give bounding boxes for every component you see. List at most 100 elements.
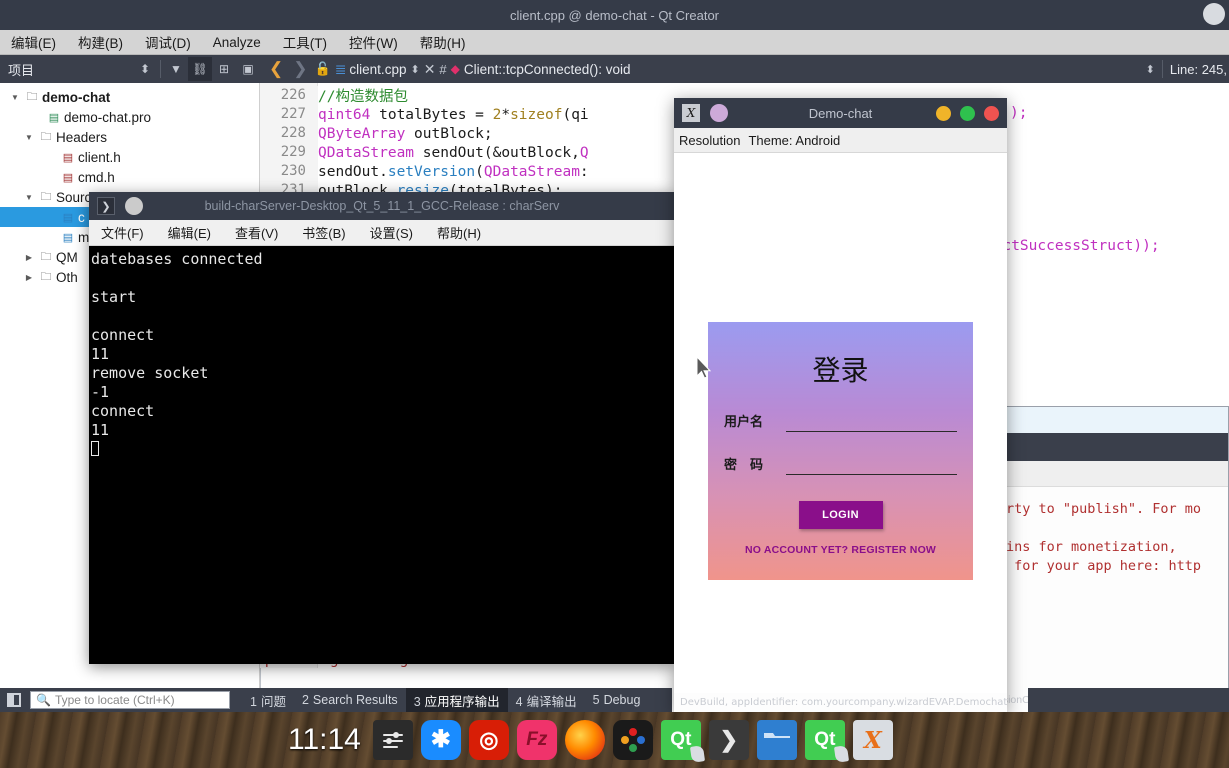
- terminal-title: build-charServer-Desktop_Qt_5_11_1_GCC-R…: [204, 199, 560, 213]
- color-diamond-icon[interactable]: [612, 720, 653, 760]
- menu-help[interactable]: 帮助(H): [409, 29, 477, 55]
- settings-sliders-icon[interactable]: [372, 720, 413, 760]
- open-file-name[interactable]: client.cpp: [349, 62, 406, 77]
- tab-label: Search Results: [312, 693, 398, 707]
- terminal-menu-help[interactable]: 帮助(H): [425, 223, 493, 242]
- file-selector-spinner-icon[interactable]: ⬍: [410, 63, 419, 76]
- sidebar-toggle-icon[interactable]: [0, 688, 28, 712]
- line-number: 226: [260, 86, 318, 105]
- terminal-cursor: [91, 441, 99, 456]
- line-number: 229: [260, 143, 318, 162]
- terminal-icon[interactable]: ❯: [708, 720, 749, 760]
- terminal-menu-edit[interactable]: 编辑(E): [156, 223, 223, 242]
- theme-label[interactable]: Theme: Android: [748, 133, 840, 148]
- function-diamond-icon: ◆: [450, 62, 460, 76]
- tree-item-client-h[interactable]: ▤ client.h: [0, 147, 259, 167]
- taskbar-clock: 11:14: [288, 723, 361, 756]
- qt-designer-icon[interactable]: Qt: [804, 720, 849, 763]
- filezilla-icon[interactable]: Fz: [516, 720, 557, 760]
- locator-input[interactable]: 🔍 Type to locate (Ctrl+K): [30, 691, 230, 709]
- sliders-glyph: [382, 732, 403, 748]
- asterisk-glyph: ✱: [430, 726, 451, 753]
- compile-output-panel[interactable]: rty to "publish". For mo ins for monetiz…: [1003, 406, 1229, 690]
- terminal-menu-settings[interactable]: 设置(S): [358, 223, 425, 242]
- sidebar-mode-spinner-icon[interactable]: ⬍: [133, 57, 157, 81]
- close-file-icon[interactable]: ✕: [424, 61, 436, 78]
- terminal-output[interactable]: datebases connected start connect 11 rem…: [89, 246, 675, 664]
- output-tab-problems[interactable]: 1 问题: [242, 688, 294, 713]
- tree-item-demo-chat[interactable]: ▼ 🗀 demo-chat: [0, 87, 259, 107]
- demo-chat-titlebar: X Demo-chat: [674, 98, 1007, 128]
- filter-icon[interactable]: ▼: [164, 57, 188, 81]
- maximize-button[interactable]: [960, 105, 975, 121]
- tree-item-headers[interactable]: ▼ 🗀 Headers: [0, 127, 259, 147]
- back-arrow-icon[interactable]: ❮: [266, 59, 286, 79]
- twisty-down-icon[interactable]: ▼: [8, 93, 22, 102]
- lock-icon[interactable]: 🔓: [315, 61, 331, 77]
- output-tab-search-results[interactable]: 2 Search Results: [294, 690, 406, 710]
- register-link[interactable]: NO ACCOUNT YET? REGISTER NOW: [708, 544, 973, 556]
- tree-item-demo-chat-pro[interactable]: ▤ demo-chat.pro: [0, 107, 259, 127]
- output-header-strip: [1004, 407, 1228, 433]
- menu-widgets[interactable]: 控件(W): [338, 29, 409, 55]
- desktop-root: client.cpp @ demo-chat - Qt Creator 编辑(E…: [0, 0, 1229, 768]
- minimize-button[interactable]: [936, 105, 951, 121]
- code-fragment-right-2: nectSuccessStruct));: [985, 238, 1160, 254]
- sidebar-mode-label[interactable]: 项目: [8, 60, 133, 79]
- twisty-right-icon[interactable]: ▶: [22, 273, 36, 282]
- window-dot-icon[interactable]: [710, 104, 728, 122]
- menu-analyze[interactable]: Analyze: [202, 32, 272, 53]
- chevron-right-icon: ❯: [719, 727, 739, 752]
- qt-creator-icon[interactable]: Qt: [660, 720, 705, 763]
- terminal-menu-file[interactable]: 文件(F): [89, 223, 156, 242]
- file-manager-icon[interactable]: [756, 720, 797, 760]
- twisty-down-icon[interactable]: ▼: [22, 133, 36, 142]
- username-input[interactable]: [786, 412, 957, 432]
- twisty-right-icon[interactable]: ▶: [22, 253, 36, 262]
- forward-arrow-icon[interactable]: ❯: [290, 59, 310, 79]
- terminal-titlebar: ❯ build-charServer-Desktop_Qt_5_11_1_GCC…: [89, 192, 675, 220]
- login-button[interactable]: LOGIN: [798, 501, 883, 529]
- qt-creator-title: client.cpp @ demo-chat - Qt Creator: [510, 7, 719, 23]
- split-add-icon[interactable]: ⊞: [212, 57, 236, 81]
- terminal-menu-view[interactable]: 查看(V): [223, 223, 290, 242]
- terminal-line: connect: [91, 402, 155, 420]
- output-tab-application-output[interactable]: 3 应用程序输出: [405, 687, 508, 712]
- hash-icon[interactable]: #: [439, 62, 446, 77]
- demo-chat-canvas: 登录 用户名 密 码 LOGIN NO ACCOUNT YET? REGISTE…: [674, 153, 1007, 713]
- editor-toolbar: ❮ ❯ 🔓 ≣ client.cpp ⬍ ✕ # ◆ Client::tcpCo…: [260, 55, 1229, 83]
- outline-icon[interactable]: ≣: [335, 61, 347, 78]
- terminal-menu-bookmarks[interactable]: 书签(B): [290, 223, 357, 242]
- output-tab-compile-output[interactable]: 4 编译输出: [508, 688, 585, 713]
- close-button[interactable]: [984, 105, 999, 121]
- qt-creator-toolbar: 项目 ⬍ ▼ ⛓ ⊞ ▣ ❮ ❯ 🔓 ≣ client.cpp ⬍ ✕ # ◆ …: [0, 55, 1229, 83]
- menu-edit[interactable]: 编辑(E): [0, 29, 67, 55]
- code-text: qint64 totalBytes = 2*sizeof(qi: [318, 106, 589, 123]
- symbol-selector-spinner-icon[interactable]: ⬍: [1146, 63, 1155, 76]
- menu-build[interactable]: 构建(B): [67, 29, 134, 55]
- tab-label: 编译输出: [526, 694, 577, 709]
- tree-item-cmd-h[interactable]: ▤ cmd.h: [0, 167, 259, 187]
- menu-debug[interactable]: 调试(D): [134, 29, 202, 55]
- tab-number: 4: [515, 694, 523, 709]
- output-tab-debug[interactable]: 5 Debug: [585, 690, 649, 710]
- folder-shape: [763, 733, 790, 749]
- link-icon[interactable]: ⛓: [188, 57, 212, 81]
- qt-glyph: Qt: [670, 729, 692, 750]
- password-input[interactable]: [786, 455, 957, 475]
- password-label: 密 码: [724, 457, 764, 472]
- menu-tools[interactable]: 工具(T): [272, 29, 338, 55]
- window-menu-dot-icon[interactable]: [1203, 3, 1225, 25]
- folder-other-icon: 🗀: [40, 270, 52, 283]
- xquartz-icon[interactable]: X: [852, 720, 893, 760]
- twisty-down-icon[interactable]: ▼: [22, 193, 36, 202]
- terminal-line: remove socket: [91, 364, 209, 382]
- netease-music-icon[interactable]: ◎: [468, 720, 509, 760]
- asterisk-chat-icon[interactable]: ✱: [420, 720, 461, 760]
- window-dot-icon[interactable]: [125, 197, 143, 215]
- current-symbol[interactable]: Client::tcpConnected(): void: [464, 62, 631, 77]
- terminal-menubar: 文件(F) 编辑(E) 查看(V) 书签(B) 设置(S) 帮助(H): [89, 220, 675, 246]
- firefox-icon[interactable]: [564, 720, 605, 760]
- close-split-icon[interactable]: ▣: [236, 57, 260, 81]
- resolution-label[interactable]: Resolution: [679, 133, 740, 148]
